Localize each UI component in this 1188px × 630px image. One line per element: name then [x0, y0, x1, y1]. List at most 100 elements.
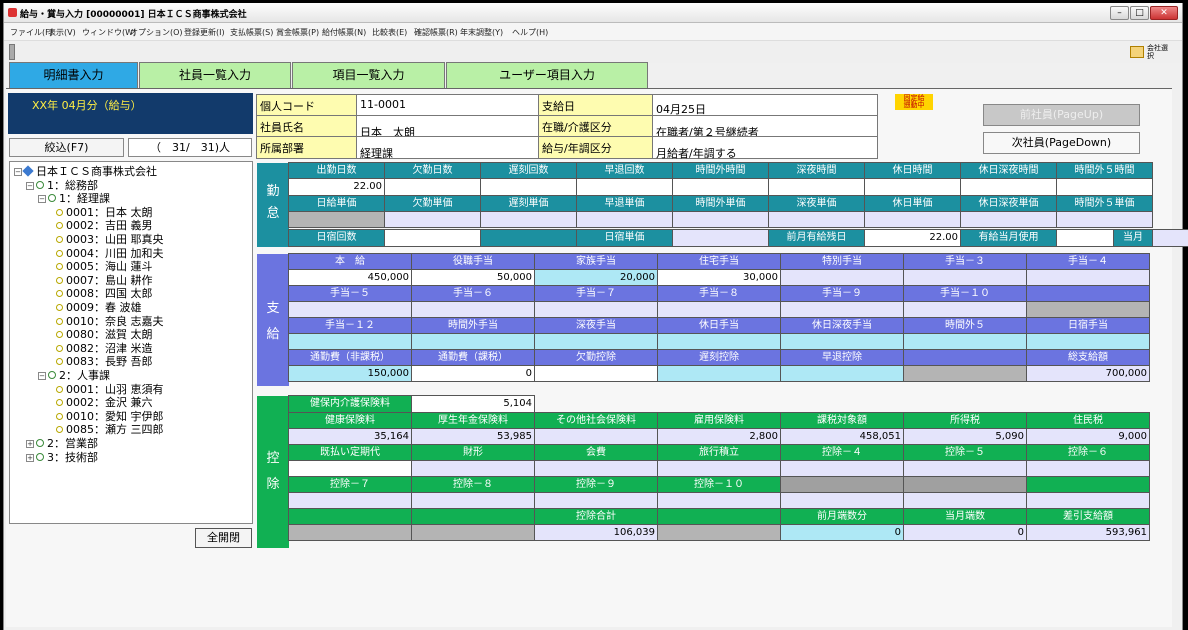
deduction-input[interactable] — [1026, 460, 1150, 477]
attendance-input[interactable] — [768, 178, 865, 196]
tree-department[interactable]: − 1：経理課 — [38, 192, 110, 205]
attendance-unit-input[interactable] — [480, 211, 577, 228]
daily-count-input[interactable] — [384, 229, 481, 247]
menu-item[interactable]: 確認帳票(R) — [414, 27, 458, 38]
payment-input[interactable]: 20,000 — [534, 269, 658, 286]
attendance-input[interactable]: 22.00 — [288, 178, 385, 196]
payment-input[interactable] — [411, 333, 535, 350]
menu-item[interactable]: ファイル(F) — [10, 27, 53, 38]
deduction-input[interactable]: 458,051 — [780, 428, 904, 445]
payment-input[interactable] — [903, 333, 1027, 350]
menu-item[interactable]: 比較表(E) — [372, 27, 407, 38]
tree-employee[interactable]: 0001：山羽 恵須有 — [56, 383, 164, 396]
deduction-input[interactable] — [780, 460, 904, 477]
collapse-icon[interactable]: − — [38, 372, 46, 380]
tree-company[interactable]: − 日本ＩＣＳ商事株式会社 — [14, 165, 157, 178]
payment-input[interactable]: 30,000 — [657, 269, 781, 286]
attendance-input[interactable] — [1056, 178, 1153, 196]
menu-item[interactable]: 年末調整(Y) — [460, 27, 503, 38]
deduction-input[interactable] — [1026, 492, 1150, 509]
menu-item[interactable]: 表示(V) — [48, 27, 76, 38]
payment-input[interactable] — [1026, 269, 1150, 286]
deduction-input[interactable] — [411, 492, 535, 509]
deduction-input[interactable] — [657, 492, 781, 509]
menu-item[interactable]: 登録更新(I) — [184, 27, 225, 38]
deduction-input[interactable] — [534, 492, 658, 509]
attendance-unit-input[interactable] — [576, 211, 673, 228]
attendance-unit-input[interactable] — [384, 211, 481, 228]
tree-employee[interactable]: 0005：海山 蓮斗 — [56, 260, 153, 273]
payment-input[interactable]: 50,000 — [411, 269, 535, 286]
deduction-input[interactable]: 35,164 — [288, 428, 412, 445]
deduction-input[interactable] — [903, 460, 1027, 477]
menu-item[interactable]: 支払帳票(S) — [230, 27, 273, 38]
payment-input[interactable] — [780, 365, 904, 382]
menu-item[interactable]: 賞金帳票(P) — [276, 27, 319, 38]
deduction-input[interactable] — [288, 460, 412, 477]
tree-department[interactable]: +2：営業部 — [26, 437, 98, 450]
maximize-button[interactable]: □ — [1130, 6, 1149, 20]
payment-input[interactable] — [1026, 301, 1150, 318]
daily-unit-input[interactable] — [672, 229, 769, 247]
payment-input[interactable] — [780, 301, 904, 318]
payment-input[interactable] — [411, 301, 535, 318]
menu-item[interactable]: 給付帳票(N) — [322, 27, 366, 38]
collapse-icon[interactable]: − — [38, 195, 46, 204]
deduction-input[interactable]: 2,800 — [657, 428, 781, 445]
attendance-unit-input[interactable] — [672, 211, 769, 228]
next-employee-button[interactable]: 次社員(PageDown) — [983, 132, 1140, 154]
payment-input[interactable] — [657, 301, 781, 318]
payment-input[interactable] — [903, 301, 1027, 318]
close-button[interactable]: ✕ — [1150, 6, 1178, 20]
deduction-input[interactable] — [657, 460, 781, 477]
payment-input[interactable] — [534, 333, 658, 350]
attendance-unit-input[interactable] — [960, 211, 1057, 228]
payment-input[interactable] — [1026, 333, 1150, 350]
prev-employee-button[interactable]: 前社員(PageUp) — [983, 104, 1140, 126]
attendance-unit-input[interactable] — [1056, 211, 1153, 228]
payment-input[interactable]: 700,000 — [1026, 365, 1150, 382]
deduction-input[interactable] — [288, 492, 412, 509]
tab-item-list[interactable]: 項目一覧入力 — [292, 62, 445, 88]
employee-tree[interactable]: − 日本ＩＣＳ商事株式会社 −1：総務部 −1：経理課 0001：日本 太朗 0002：吉… — [9, 161, 253, 524]
tree-employee[interactable]: 0085：瀬方 三四郎 — [56, 423, 164, 436]
deduction-input[interactable] — [903, 492, 1027, 509]
tree-employee[interactable]: 0002：吉田 義男 — [56, 219, 153, 232]
payment-input[interactable]: 0 — [411, 365, 535, 382]
attendance-unit-input[interactable] — [864, 211, 961, 228]
collapse-icon[interactable]: − — [26, 181, 34, 190]
payment-input[interactable] — [657, 333, 781, 350]
menu-item[interactable]: ヘルプ(H) — [512, 27, 548, 38]
payment-input[interactable]: 150,000 — [288, 365, 412, 382]
deduction-input[interactable]: 53,985 — [411, 428, 535, 445]
narrow-button[interactable]: 絞込(F7) — [9, 138, 124, 157]
tree-employee[interactable]: 0010：奈良 志嘉夫 — [56, 315, 164, 328]
tree-employee[interactable]: 0002：金沢 兼六 — [56, 396, 153, 409]
expand-icon[interactable]: + — [26, 453, 34, 462]
used-input[interactable] — [1056, 229, 1114, 247]
tree-employee[interactable]: 0080：滋賀 太朗 — [56, 328, 153, 341]
deduction-input[interactable] — [780, 492, 904, 509]
deduction-input[interactable]: 9,000 — [1026, 428, 1150, 445]
tree-employee[interactable]: 0009：春 波雄 — [56, 301, 142, 314]
deduction-input[interactable] — [534, 460, 658, 477]
deduction-input[interactable] — [534, 428, 658, 445]
tree-employee[interactable]: 0083：長野 吾郎 — [56, 355, 153, 368]
tab-employee-list[interactable]: 社員一覧入力 — [139, 62, 291, 88]
payment-input[interactable] — [657, 365, 781, 382]
collapse-icon[interactable]: − — [14, 168, 22, 176]
attendance-input[interactable] — [576, 178, 673, 196]
tree-department[interactable]: − 2：人事課 — [38, 369, 110, 382]
deduction-input[interactable] — [411, 460, 535, 477]
attendance-input[interactable] — [672, 178, 769, 196]
tab-user-item[interactable]: ユーザー項目入力 — [446, 62, 648, 88]
tree-employee[interactable]: 0003：山田 耶真央 — [56, 233, 164, 246]
payment-input[interactable] — [288, 333, 412, 350]
payment-input[interactable] — [780, 333, 904, 350]
payment-input[interactable] — [534, 301, 658, 318]
attendance-unit-input[interactable] — [768, 211, 865, 228]
deduction-input[interactable]: 5,090 — [903, 428, 1027, 445]
tree-employee[interactable]: 0082：沼津 米造 — [56, 342, 153, 355]
tree-employee[interactable]: 0008：四国 太郎 — [56, 287, 153, 300]
payment-input[interactable] — [534, 365, 658, 382]
